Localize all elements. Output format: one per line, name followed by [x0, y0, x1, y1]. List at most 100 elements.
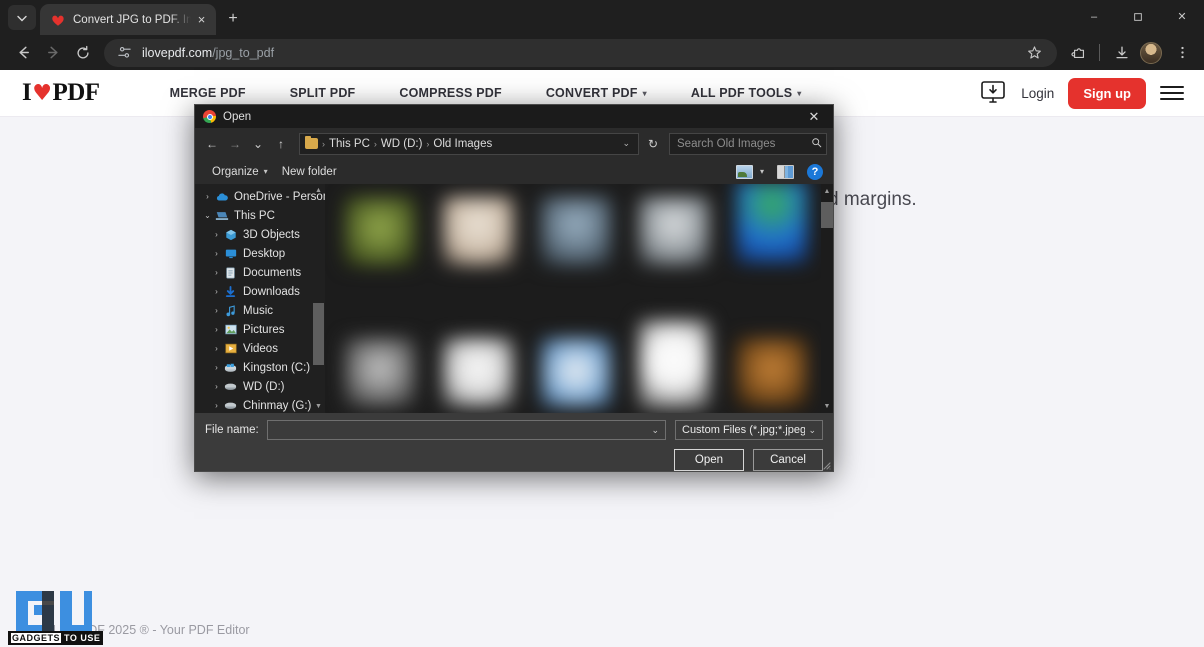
file-thumbnail[interactable] [527, 302, 625, 413]
nav-item-convert-pdf[interactable]: CONVERT PDF ▾ [524, 86, 669, 100]
cancel-button[interactable]: Cancel [753, 449, 823, 471]
breadcrumb-dropdown-icon[interactable]: ⌄ [618, 138, 634, 149]
expander-icon[interactable]: › [210, 382, 223, 391]
window-maximize-button[interactable] [1116, 0, 1160, 33]
address-bar[interactable]: ilovepdf.com/jpg_to_pdf [104, 38, 1057, 67]
file-thumbnail[interactable] [723, 302, 821, 413]
file-list-scroll-down-button[interactable]: ▼ [821, 399, 833, 413]
nav-item-split-pdf[interactable]: SPLIT PDF [268, 86, 378, 100]
expander-icon[interactable]: › [210, 306, 223, 315]
view-layout-icon[interactable] [735, 164, 753, 179]
file-type-dropdown-icon[interactable]: ⌄ [805, 425, 819, 436]
dialog-back-button[interactable]: ← [201, 133, 223, 155]
dialog-refresh-button[interactable]: ↻ [644, 137, 662, 151]
file-list-scroll-up-button[interactable]: ▲ [821, 184, 833, 198]
sidebar-scroll-down-button[interactable]: ▼ [313, 400, 324, 413]
logo-text-post: PDF [52, 79, 100, 106]
breadcrumb-segment-this-pc[interactable]: This PC [326, 138, 373, 150]
window-minimize-button[interactable]: – [1072, 0, 1116, 33]
expander-icon[interactable]: › [210, 325, 223, 334]
file-name-text-field[interactable] [273, 424, 649, 436]
nav-label: CONVERT PDF [545, 86, 638, 100]
new-folder-button[interactable]: New folder [275, 163, 344, 181]
expander-icon[interactable]: › [210, 287, 223, 296]
dialog-recent-locations-button[interactable]: ⌄ [247, 133, 269, 155]
browser-tab[interactable]: Convert JPG to PDF. Images JPG to PDF × [40, 4, 216, 35]
expander-icon[interactable]: › [210, 268, 223, 277]
dialog-file-list[interactable]: ▲ ▼ [325, 184, 833, 413]
expander-icon[interactable]: › [210, 401, 223, 410]
sidebar-scroll-up-button[interactable]: ▲ [313, 184, 324, 197]
tree-item-3d-objects[interactable]: › 3D Objects [195, 225, 325, 244]
breadcrumb-segment-old-images[interactable]: Old Images [430, 138, 495, 150]
file-list-scrollbar-thumb[interactable] [821, 202, 833, 228]
chrome-menu-button[interactable] [1168, 39, 1196, 67]
dialog-forward-button[interactable]: → [224, 133, 246, 155]
file-name-dropdown-icon[interactable]: ⌄ [648, 425, 662, 436]
nav-item-all-pdf-tools[interactable]: ALL PDF TOOLS ▾ [669, 86, 824, 100]
back-button[interactable] [8, 38, 38, 68]
file-thumbnail[interactable] [723, 184, 821, 302]
tab-search-button[interactable] [8, 5, 36, 30]
tree-item-kingston-c[interactable]: › Kingston (C:) [195, 358, 325, 377]
file-type-select[interactable]: Custom Files (*.jpg;*.jpeg;*.png; ⌄ [675, 420, 823, 440]
preview-pane-icon[interactable] [777, 164, 794, 179]
sidebar-scrollbar-thumb[interactable] [313, 302, 324, 365]
view-dropdown-icon[interactable]: ▾ [756, 167, 768, 176]
expander-icon[interactable]: › [210, 344, 223, 353]
expander-icon[interactable]: › [201, 192, 214, 201]
breadcrumb-segment-wd-d[interactable]: WD (D:) [378, 138, 426, 150]
profile-avatar[interactable] [1140, 41, 1162, 64]
file-thumbnail[interactable] [331, 188, 429, 302]
dialog-resize-grip[interactable] [821, 460, 831, 470]
dialog-close-button[interactable]: ✕ [795, 105, 833, 128]
help-button[interactable]: ? [807, 163, 823, 180]
file-thumbnail[interactable] [527, 188, 625, 302]
tree-item-downloads[interactable]: › Downloads [195, 282, 325, 301]
ilovepdf-logo[interactable]: I ♥ PDF [22, 79, 100, 107]
nav-item-compress-pdf[interactable]: COMPRESS PDF [377, 86, 523, 100]
tree-item-chinmay-g[interactable]: › Chinmay (G:) [195, 396, 325, 413]
dialog-search-box[interactable]: Search Old Images [669, 132, 827, 155]
dialog-breadcrumb[interactable]: › This PC › WD (D:) › Old Images ⌄ [299, 132, 639, 155]
sidebar-scrollbar-track[interactable] [313, 197, 324, 400]
file-thumbnail[interactable] [331, 302, 429, 413]
tree-item-music[interactable]: › Music [195, 301, 325, 320]
nav-item-merge-pdf[interactable]: MERGE PDF [148, 86, 268, 100]
forward-button[interactable] [38, 38, 68, 68]
file-list-scrollbar-track[interactable] [821, 198, 833, 399]
bookmark-star-icon[interactable] [1021, 40, 1047, 66]
expander-icon[interactable]: › [210, 249, 223, 258]
new-folder-label: New folder [281, 165, 337, 178]
extensions-button[interactable] [1065, 39, 1093, 67]
reload-button[interactable] [68, 38, 98, 68]
site-settings-icon[interactable] [116, 45, 132, 61]
tree-item-onedrive[interactable]: › OneDrive - Person [195, 187, 325, 206]
tab-close-icon[interactable]: × [193, 11, 210, 28]
drive-icon [223, 401, 238, 410]
expander-icon[interactable]: › [210, 363, 223, 372]
tree-item-pictures[interactable]: › Pictures [195, 320, 325, 339]
downloads-button[interactable] [1108, 39, 1136, 67]
tree-item-this-pc[interactable]: ⌄ This PC [195, 206, 325, 225]
file-thumbnail[interactable] [625, 188, 723, 302]
open-button[interactable]: Open [674, 449, 744, 471]
tree-item-documents[interactable]: › Documents [195, 263, 325, 282]
dialog-up-button[interactable]: ↑ [270, 133, 292, 155]
tree-item-desktop[interactable]: › Desktop [195, 244, 325, 263]
hamburger-menu-icon[interactable] [1160, 86, 1184, 100]
new-tab-button[interactable]: + [222, 8, 244, 30]
login-link[interactable]: Login [1021, 86, 1054, 101]
tree-item-videos[interactable]: › Videos [195, 339, 325, 358]
organize-menu-button[interactable]: Organize ▾ [205, 163, 275, 181]
tree-item-wd-d[interactable]: › WD (D:) [195, 377, 325, 396]
desktop-download-icon[interactable] [979, 80, 1007, 106]
file-name-input[interactable]: ⌄ [266, 420, 666, 440]
expander-icon[interactable]: ⌄ [201, 211, 214, 220]
file-thumbnail[interactable] [429, 302, 527, 413]
file-thumbnail[interactable] [625, 302, 723, 413]
expander-icon[interactable]: › [210, 230, 223, 239]
window-close-button[interactable]: ✕ [1160, 0, 1204, 33]
signup-button[interactable]: Sign up [1068, 77, 1146, 109]
file-thumbnail[interactable] [429, 188, 527, 302]
